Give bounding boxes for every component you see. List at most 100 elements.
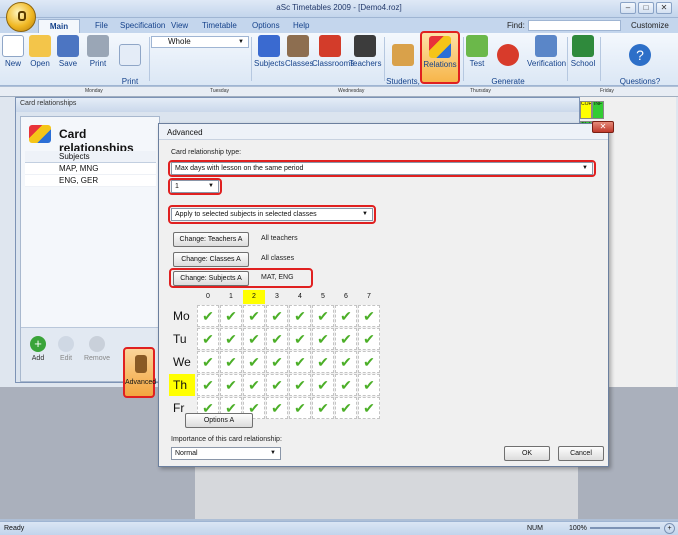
period-checkbox[interactable]: ✔ (243, 328, 265, 350)
timetable-cell[interactable]: COR (580, 101, 592, 119)
period-header-7[interactable]: 7 (358, 290, 380, 304)
period-checkbox[interactable]: ✔ (335, 351, 357, 373)
period-checkbox[interactable]: ✔ (358, 397, 380, 419)
open-button[interactable]: Open (28, 35, 52, 68)
period-checkbox[interactable]: ✔ (243, 305, 265, 327)
period-checkbox[interactable]: ✔ (358, 351, 380, 373)
save-button[interactable]: Save (56, 35, 80, 68)
period-header-1[interactable]: 1 (220, 290, 242, 304)
new-button[interactable]: New (2, 35, 24, 68)
period-checkbox[interactable]: ✔ (266, 374, 288, 396)
remove-button[interactable]: Remove (81, 336, 113, 362)
tab-options[interactable]: Options (252, 21, 280, 30)
period-checkbox[interactable]: ✔ (289, 328, 311, 350)
period-checkbox[interactable]: ✔ (220, 374, 242, 396)
tab-timetable[interactable]: Timetable (202, 21, 237, 30)
edit-button[interactable]: Edit (55, 336, 77, 362)
print-button[interactable]: Print (86, 35, 110, 68)
period-checkbox[interactable]: ✔ (220, 351, 242, 373)
close-button[interactable]: ✕ (656, 2, 672, 14)
timetable-cell[interactable]: INF (592, 101, 604, 119)
period-checkbox[interactable]: ✔ (335, 328, 357, 350)
relationship-type-select[interactable]: Max days with lesson on the same period … (171, 162, 593, 175)
period-checkbox[interactable]: ✔ (289, 351, 311, 373)
period-checkbox[interactable]: ✔ (312, 397, 334, 419)
customize-button[interactable]: Customize (631, 21, 669, 30)
change-classes-button[interactable]: Change: Classes A (173, 252, 249, 267)
period-header-6[interactable]: 6 (335, 290, 357, 304)
period-checkbox[interactable]: ✔ (289, 397, 311, 419)
period-checkbox[interactable]: ✔ (266, 328, 288, 350)
school-button[interactable]: School (569, 35, 597, 68)
period-checkbox[interactable]: ✔ (289, 374, 311, 396)
period-checkbox[interactable]: ✔ (266, 351, 288, 373)
importance-select[interactable]: Normal ▼ (171, 447, 281, 460)
period-checkbox[interactable]: ✔ (266, 397, 288, 419)
subjects-button[interactable]: Subjects (254, 35, 285, 68)
period-checkbox[interactable]: ✔ (197, 351, 219, 373)
period-checkbox[interactable]: ✔ (335, 397, 357, 419)
period-checkbox[interactable]: ✔ (220, 305, 242, 327)
tab-main[interactable]: Main (38, 19, 80, 33)
minimize-button[interactable]: – (620, 2, 636, 14)
period-checkbox[interactable]: ✔ (266, 305, 288, 327)
period-checkbox[interactable]: ✔ (197, 328, 219, 350)
zoom-slider[interactable] (590, 527, 660, 529)
view-select[interactable]: Whole ▼ (151, 36, 249, 48)
relations-button[interactable]: Relations (420, 31, 460, 84)
change-teachers-button[interactable]: Change: Teachers A (173, 232, 249, 247)
find-input[interactable] (528, 20, 621, 31)
period-checkbox[interactable]: ✔ (243, 374, 265, 396)
period-checkbox[interactable]: ✔ (197, 305, 219, 327)
period-checkbox[interactable]: ✔ (335, 305, 357, 327)
period-checkbox[interactable]: ✔ (289, 305, 311, 327)
maximize-button[interactable]: □ (638, 2, 654, 14)
period-checkbox[interactable]: ✔ (243, 351, 265, 373)
zoom-in-icon[interactable]: + (664, 523, 675, 534)
period-checkbox[interactable]: ✔ (335, 374, 357, 396)
add-button[interactable]: + Add (27, 336, 49, 362)
generate-new-button[interactable]: Generate new (490, 35, 526, 95)
period-checkbox[interactable]: ✔ (312, 351, 334, 373)
day-label-we[interactable]: We (169, 351, 197, 373)
period-checkbox[interactable]: ✔ (312, 305, 334, 327)
period-checkbox[interactable]: ✔ (197, 374, 219, 396)
period-checkbox[interactable]: ✔ (312, 328, 334, 350)
day-label-mo[interactable]: Mo (169, 305, 197, 327)
print-preview-button[interactable]: Print preview (114, 35, 146, 95)
verification-button[interactable]: Verification (527, 35, 566, 68)
column-header-subjects[interactable]: Subjects (25, 151, 156, 163)
table-row[interactable]: MAP, MNG (25, 163, 156, 175)
classrooms-button[interactable]: Classrooms (312, 35, 354, 68)
day-label-th[interactable]: Th (169, 374, 195, 396)
ok-button[interactable]: OK (504, 446, 550, 461)
application-menu-button[interactable] (6, 2, 36, 32)
apply-to-select[interactable]: Apply to selected subjects in selected c… (171, 208, 373, 221)
classes-button[interactable]: Classes (285, 35, 313, 68)
period-header-5[interactable]: 5 (312, 290, 334, 304)
tab-view[interactable]: View (171, 21, 188, 30)
table-row[interactable]: ENG, GER (25, 175, 156, 187)
period-checkbox[interactable]: ✔ (358, 374, 380, 396)
options-button[interactable]: Options A (185, 413, 253, 428)
period-checkbox[interactable]: ✔ (220, 328, 242, 350)
tab-help[interactable]: Help (293, 21, 309, 30)
period-header-0[interactable]: 0 (197, 290, 219, 304)
period-checkbox[interactable]: ✔ (358, 328, 380, 350)
day-label-tu[interactable]: Tu (169, 328, 197, 350)
dialog-close-button[interactable]: ✕ (592, 121, 614, 133)
period-header-2[interactable]: 2 (243, 290, 265, 304)
max-days-select[interactable]: 1 ▼ (171, 180, 219, 193)
teachers-button[interactable]: Teachers (349, 35, 381, 68)
test-button[interactable]: Test (466, 35, 488, 68)
tab-specification[interactable]: Specification (120, 21, 165, 30)
period-header-4[interactable]: 4 (289, 290, 311, 304)
cancel-button[interactable]: Cancel (558, 446, 604, 461)
advanced-button[interactable]: Advanced (123, 347, 156, 398)
period-checkbox[interactable]: ✔ (312, 374, 334, 396)
change-subjects-button[interactable]: Change: Subjects A (173, 271, 249, 286)
period-header-3[interactable]: 3 (266, 290, 288, 304)
tab-file[interactable]: File (95, 21, 108, 30)
students-seminars-button[interactable]: Students, Seminars (386, 35, 420, 95)
period-checkbox[interactable]: ✔ (358, 305, 380, 327)
